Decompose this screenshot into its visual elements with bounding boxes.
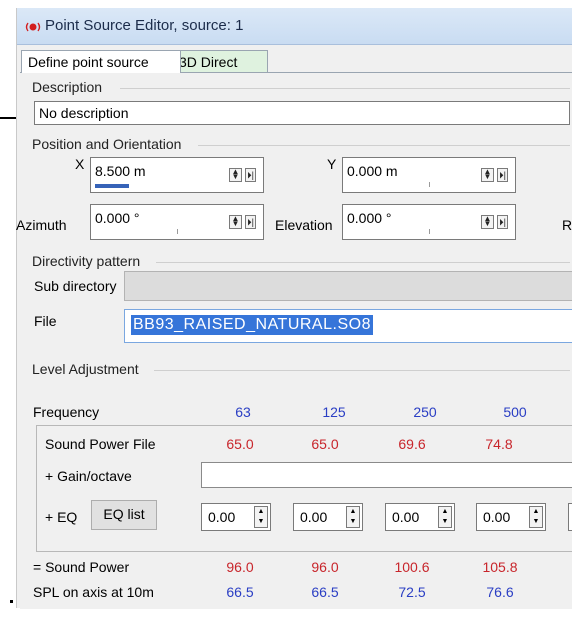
- elevation-slider-mark: [429, 229, 430, 234]
- sound-power-125: 96.0: [311, 559, 339, 575]
- window-title: Point Source Editor, source: 1: [45, 17, 244, 34]
- eq-125-spinbox[interactable]: 0.00 ▲ ▼: [293, 503, 363, 531]
- elevation-spinbox[interactable]: 0.000 ° ▲ ▼ ⏵|: [342, 204, 516, 240]
- azimuth-value: 0.000 °: [95, 210, 140, 226]
- swl-file-63: 65.0: [226, 436, 254, 452]
- eq-125-value: 0.00: [300, 509, 328, 525]
- subdir-field[interactable]: [124, 271, 572, 301]
- swl-file-250: 69.6: [398, 436, 426, 452]
- spl-500: 76.6: [486, 584, 514, 600]
- x-value: 8.500 m: [95, 163, 146, 179]
- y-value: 0.000 m: [347, 163, 398, 179]
- swl-file-500: 74.8: [485, 436, 513, 452]
- sound-power-label: = Sound Power: [33, 559, 130, 575]
- eq-63-value: 0.00: [208, 509, 236, 525]
- file-label: File: [34, 313, 57, 329]
- sound-power-500: 105.8: [482, 559, 518, 575]
- define-point-source-panel: Description No description Position and …: [16, 72, 572, 609]
- level-group-line: [154, 370, 570, 371]
- elevation-spin-updown[interactable]: ▲ ▼: [481, 215, 494, 229]
- azimuth-spinbox[interactable]: 0.000 ° ▲ ▼ ⏵|: [90, 204, 264, 240]
- eq-250-spinbox[interactable]: 0.00 ▲ ▼: [385, 503, 455, 531]
- y-spin-updown[interactable]: ▲ ▼: [481, 168, 494, 182]
- file-input[interactable]: BB93_RAISED_NATURAL.SO8: [124, 309, 572, 343]
- eq-500-value: 0.00: [483, 509, 511, 525]
- eq-label: + EQ: [45, 509, 78, 525]
- azimuth-spin-updown[interactable]: ▲ ▼: [229, 215, 242, 229]
- position-group-label: Position and Orientation: [32, 136, 182, 152]
- y-label: Y: [327, 156, 337, 172]
- x-position-spinbox[interactable]: 8.500 m ▲ ▼ ⏵|: [90, 157, 264, 193]
- sound-power-250: 100.6: [394, 559, 430, 575]
- freq-63: 63: [235, 404, 251, 420]
- spl-label: SPL on axis at 10m: [33, 584, 154, 600]
- elevation-step-end-icon[interactable]: ⏵|: [497, 215, 508, 229]
- eq-list-button[interactable]: EQ list: [91, 500, 157, 530]
- point-source-editor-window: Point Source Editor, source: 1 Define po…: [16, 8, 572, 609]
- x-spin-updown[interactable]: ▲ ▼: [229, 168, 242, 182]
- x-step-end-icon[interactable]: ⏵|: [245, 168, 256, 182]
- y-position-spinbox[interactable]: 0.000 m ▲ ▼ ⏵|: [342, 157, 516, 193]
- roll-label-cut: R: [562, 217, 572, 233]
- spl-63: 66.5: [226, 584, 254, 600]
- spl-250: 72.5: [398, 584, 426, 600]
- eq-63-spinbox[interactable]: 0.00 ▲ ▼: [201, 503, 271, 531]
- gain-input[interactable]: [201, 462, 572, 488]
- tab-3d-direct[interactable]: 3D Direct: [172, 50, 268, 73]
- x-slider-fill: [95, 184, 129, 188]
- tab-define-point-source[interactable]: Define point source: [21, 50, 181, 73]
- swl-file-label: Sound Power File: [45, 436, 156, 452]
- y-step-end-icon[interactable]: ⏵|: [497, 168, 508, 182]
- dot-marker: [10, 600, 13, 603]
- azimuth-label: Azimuth: [16, 217, 67, 233]
- frequency-label: Frequency: [33, 404, 100, 420]
- sound-power-63: 96.0: [226, 559, 254, 575]
- freq-125: 125: [322, 404, 346, 420]
- description-input[interactable]: No description: [34, 101, 570, 125]
- eq-250-updown[interactable]: ▲ ▼: [438, 506, 452, 528]
- level-group-label: Level Adjustment: [32, 361, 139, 377]
- spl-125: 66.5: [311, 584, 339, 600]
- elevation-value: 0.000 °: [347, 210, 392, 226]
- freq-250: 250: [413, 404, 437, 420]
- file-selection: BB93_RAISED_NATURAL.SO8: [131, 315, 373, 335]
- position-group-line: [198, 145, 570, 146]
- eq-500-updown[interactable]: ▲ ▼: [529, 506, 543, 528]
- eq-next-spinbox-edge[interactable]: [568, 503, 572, 531]
- azimuth-step-end-icon[interactable]: ⏵|: [245, 215, 256, 229]
- description-group-line: [120, 88, 570, 89]
- y-slider-mark: [429, 182, 430, 187]
- speaker-source-icon: [25, 20, 41, 32]
- swl-file-125: 65.0: [311, 436, 339, 452]
- x-label: X: [75, 156, 85, 172]
- freq-500: 500: [503, 404, 527, 420]
- elevation-label: Elevation: [275, 217, 333, 233]
- title-bar: Point Source Editor, source: 1: [17, 8, 572, 45]
- eq-250-value: 0.00: [392, 509, 420, 525]
- eq-125-updown[interactable]: ▲ ▼: [346, 506, 360, 528]
- eq-63-updown[interactable]: ▲ ▼: [254, 506, 268, 528]
- directivity-group-label: Directivity pattern: [32, 253, 141, 269]
- directivity-group-line: [156, 262, 570, 263]
- level-subpanel: Sound Power File 65.0 65.0 69.6 74.8 + G…: [36, 425, 572, 552]
- azimuth-slider-mark: [177, 229, 178, 234]
- eq-500-spinbox[interactable]: 0.00 ▲ ▼: [476, 503, 546, 531]
- description-group-label: Description: [32, 79, 103, 95]
- subdir-label: Sub directory: [34, 278, 117, 294]
- gain-label: + Gain/octave: [45, 468, 132, 484]
